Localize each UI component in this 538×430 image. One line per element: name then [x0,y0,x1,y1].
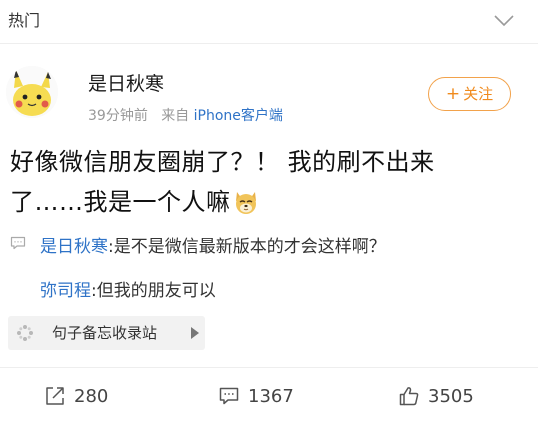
doge-emoji-icon [235,192,256,214]
avatar[interactable] [6,66,58,118]
post-meta: 39分钟前 来自 iPhone客户端 [88,105,283,127]
comment-user[interactable]: 是日秋寒 [40,237,108,257]
source-chip[interactable]: 句子备忘收录站 [8,316,205,350]
comment-icon [10,236,26,250]
author-name[interactable]: 是日秋寒 [88,71,164,97]
follow-button[interactable]: + 关注 [428,77,511,111]
source-chip-label: 句子备忘收录站 [52,324,158,342]
comment-user[interactable]: 弥司程 [40,281,91,301]
like-button[interactable]: 3505 [398,378,474,414]
pikachu-avatar-icon [6,66,58,118]
post-text-line-2-text: 了……我是一个人嘛 [10,188,231,216]
comment-button[interactable]: 1367 [218,378,294,414]
footer-divider [0,367,538,368]
like-count: 3505 [428,385,474,407]
header-divider [0,43,538,44]
repost-button[interactable]: 280 [44,378,108,414]
section-title: 热门 [8,11,41,30]
comment-text: :但我的朋友可以 [91,281,216,301]
play-arrow-icon [191,327,199,339]
plus-icon: + [445,84,461,104]
post-text-line-2: 了……我是一个人嘛 [10,182,530,222]
post-text: 好像微信朋友圈崩了？！ 我的刷不出来 了……我是一个人嘛 [10,142,530,222]
comment-count: 1367 [248,385,294,407]
comment-item[interactable]: 是日秋寒:是不是微信最新版本的才会这样啊？ [40,235,386,259]
post-text-line-1: 好像微信朋友圈崩了？！ 我的刷不出来 [10,148,435,176]
follow-label: 关注 [463,85,494,103]
comment-item[interactable]: 弥司程:但我的朋友可以 [40,279,216,303]
post-time: 39分钟前 [88,108,148,124]
chevron-down-icon[interactable] [492,10,516,30]
source-icon [17,325,33,341]
client-link[interactable]: iPhone客户端 [194,108,283,124]
source-prefix: 来自 [161,108,190,124]
comment-icon [219,387,239,405]
like-icon [399,387,419,406]
repost-icon [46,387,64,405]
repost-count: 280 [74,385,109,407]
comment-text: :是不是微信最新版本的才会这样啊？ [108,237,386,257]
